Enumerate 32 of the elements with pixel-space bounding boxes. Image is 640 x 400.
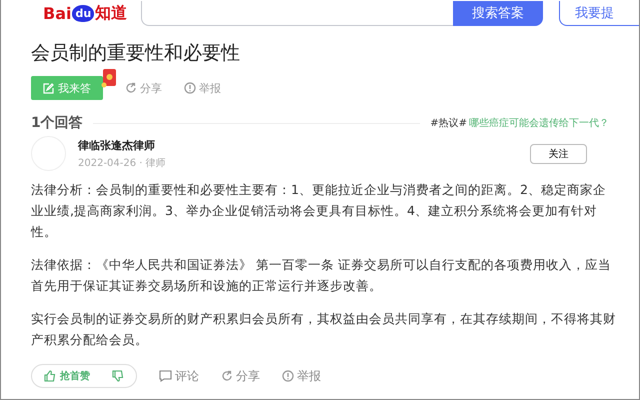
share-link[interactable]: 分享	[125, 80, 162, 96]
share-link[interactable]: 分享	[221, 368, 260, 384]
answer-meta: 2022-04-26 · 律师	[78, 156, 167, 170]
logo-text: Bai	[43, 4, 72, 22]
answer-count: 1个回答	[31, 114, 83, 132]
report-link[interactable]: 举报	[282, 368, 321, 384]
share-icon	[221, 370, 233, 382]
thumbs-down-icon[interactable]	[112, 370, 124, 382]
like-button[interactable]: 抢首赞	[31, 364, 137, 388]
search-field[interactable]	[141, 0, 453, 26]
answer-paragraph: 实行会员制的证券交易所的财产积累归会员所有，其权益由会员共同享有，在其存续期间，不得将其财产积累分配给会员。	[31, 310, 617, 349]
envelope-icon	[101, 68, 117, 88]
report-icon	[282, 370, 294, 382]
report-icon	[184, 82, 196, 94]
report-link[interactable]: 举报	[184, 80, 221, 96]
answer-paragraph: 法律分析：会员制的重要性和必要性主要有：1、更能拉近企业与消费者之间的距离。2、稳定商家企业业绩,提高商家利润。3、举办企业促销活动将会更具有目标性。4、建立积分系统将会更加有针对性。	[31, 181, 608, 241]
question-title: 会员制的重要性和必要性	[31, 41, 241, 66]
follow-button[interactable]: 关注	[530, 144, 587, 164]
author-name[interactable]: 律临张逢杰律师	[78, 138, 518, 152]
comment-link[interactable]: 评论	[159, 368, 199, 384]
ask-button[interactable]: 我要提	[559, 0, 639, 26]
edit-icon	[43, 82, 54, 94]
logo-text: 知道	[95, 2, 128, 24]
comment-icon	[159, 370, 172, 382]
thumbs-up-icon	[44, 370, 56, 382]
answer-button[interactable]: 我来答	[31, 76, 103, 100]
search-button[interactable]: 搜索答案	[453, 0, 543, 26]
hot-topic-tag: #热议#	[430, 116, 467, 130]
hot-topic-link[interactable]: 哪些癌症可能会遗传给下一代？	[469, 116, 609, 130]
share-icon	[125, 82, 137, 94]
logo-paw-badge: du	[72, 4, 94, 22]
answer-paragraph: 法律依据：《中华人民共和国证券法》 第一百零一条 证券交易所可以自行支配的各项费用收入，应当首先用于保证其证券交易场所和设施的正常运行并逐步改善。	[31, 256, 612, 295]
